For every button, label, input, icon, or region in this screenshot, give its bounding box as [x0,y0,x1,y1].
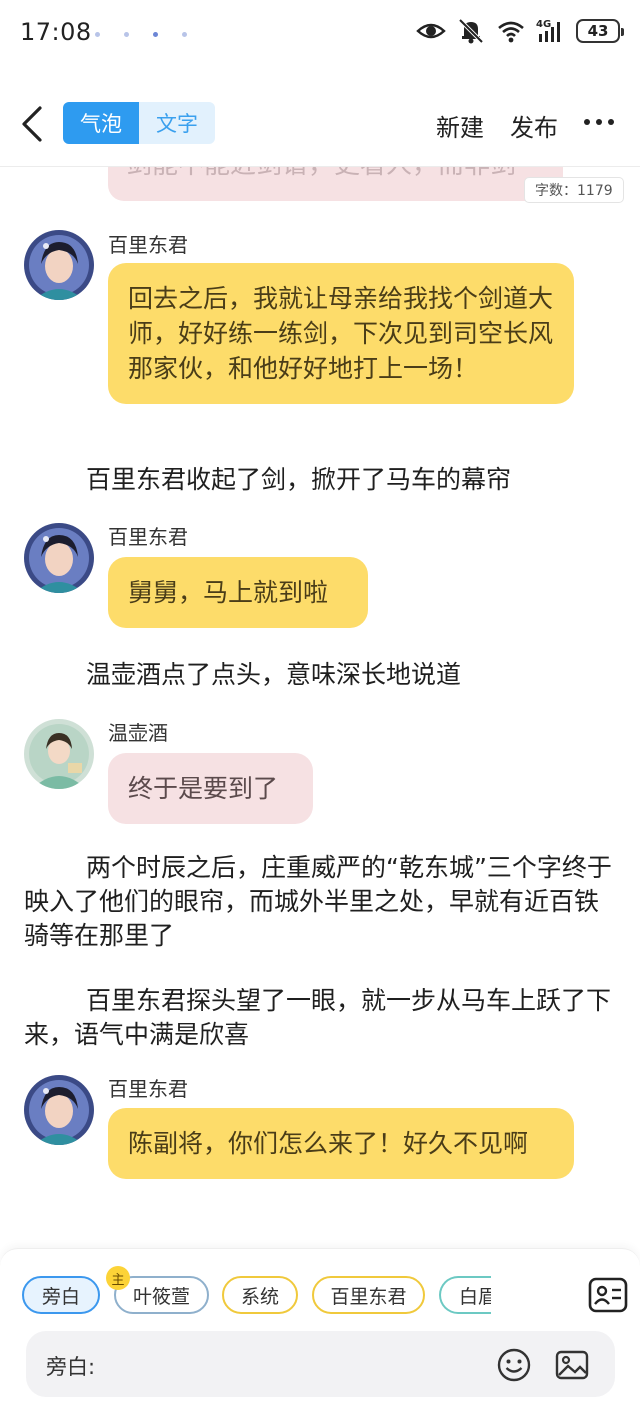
input-role-label: 旁白: [46,1355,96,1379]
chat-bubble[interactable]: 舅舅，马上就到啦 [108,557,368,628]
back-arrow-icon[interactable] [18,104,48,144]
signal-icon: 4G [536,19,560,42]
word-count-badge: 字数：1179 [524,177,624,203]
chat-bubble[interactable]: 终于是要到了 [108,753,313,824]
emoji-icon[interactable] [496,1347,532,1383]
notification-dots [95,32,187,37]
role-chip-narrator[interactable]: 旁白 [22,1276,100,1314]
tab-bubble[interactable]: 气泡 [63,102,139,144]
tab-text[interactable]: 文字 [139,102,215,144]
chat-bubble[interactable]: 回去之后，我就让母亲给我找个剑道大师，好好练一练剑，下次见到司空长风那家伙，和他… [108,263,574,404]
eye-icon [416,23,446,39]
more-icon[interactable] [584,108,614,136]
mode-switch: 气泡 文字 [63,102,215,144]
message-input[interactable]: 旁白: [26,1331,615,1397]
speaker-name: 百里东君 [108,233,188,257]
narration-text[interactable]: 温壶酒点了点头，意味深长地说道 [24,658,616,692]
bottom-panel: 旁白 主 叶筱萱 系统 百里东君 白眉 旁白: [0,1248,640,1422]
role-manager-icon[interactable] [588,1275,628,1315]
narration-text[interactable]: 两个时辰之后，庄重威严的“乾东城”三个字终于映入了他们的眼帘，而城外半里之处，早… [24,851,616,952]
speaker-name: 百里东君 [108,1077,188,1101]
role-chip-system[interactable]: 系统 [222,1276,298,1314]
top-toolbar: 气泡 文字 新建 发布 [0,88,640,160]
previous-bubble-cut[interactable]: 剑能不能近剑谱，更看人，而非剑 [108,167,563,201]
avatar-wen-hujiu[interactable] [24,719,94,789]
svg-text:4G: 4G [536,19,551,30]
status-time: 17:08 [20,18,92,46]
narration-text[interactable]: 百里东君收起了剑，掀开了马车的幕帘 [24,463,616,497]
chat-scroll-area[interactable]: 剑能不能近剑谱，更看人，而非剑 字数：1179 百里东君 回去之后，我就让母亲给… [0,167,640,1247]
narration-text[interactable]: 百里东君探头望了一眼，就一步从马车上跃了下来，语气中满是欣喜 [24,984,616,1052]
new-button[interactable]: 新建 [436,108,484,143]
status-bar: 17:08 4G 43 [0,0,640,70]
image-icon[interactable] [554,1347,590,1383]
battery-icon: 43 [576,19,624,43]
speaker-name: 温壶酒 [108,721,168,745]
role-chip-baimei[interactable]: 白眉 [439,1276,491,1314]
publish-button[interactable]: 发布 [510,108,558,143]
chat-bubble[interactable]: 陈副将，你们怎么来了！好久不见啊 [108,1108,574,1179]
main-role-badge: 主 [106,1266,130,1290]
wifi-icon [498,21,524,43]
avatar-baili-dongjun[interactable] [24,523,94,593]
role-chip-baili-dongjun[interactable]: 百里东君 [312,1276,425,1314]
status-icons: 4G 43 [416,16,624,46]
bell-off-icon [458,18,484,44]
speaker-name: 百里东君 [108,525,188,549]
avatar-baili-dongjun[interactable] [24,1075,94,1145]
avatar-baili-dongjun[interactable] [24,230,94,300]
